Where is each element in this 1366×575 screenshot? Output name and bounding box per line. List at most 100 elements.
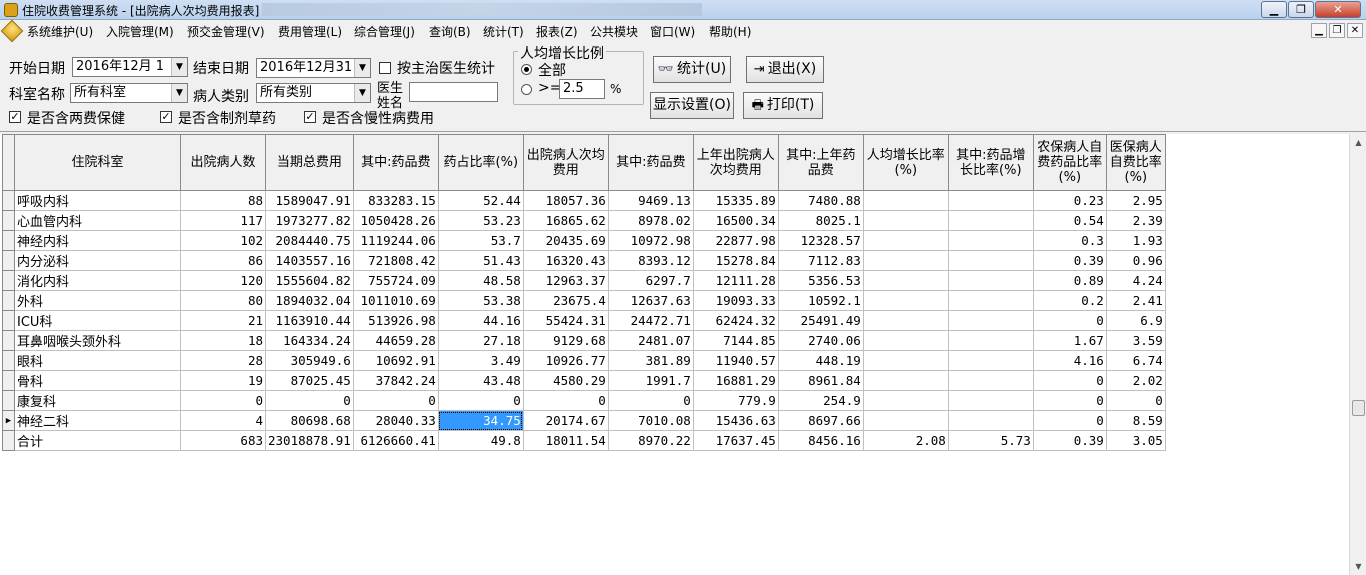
table-cell[interactable] (862, 310, 949, 331)
table-cell[interactable]: 164334.24 (265, 330, 354, 351)
menu-common[interactable]: 公共模块 (590, 23, 638, 40)
table-cell[interactable]: 7010.08 (607, 410, 694, 431)
include-chronic-checkbox[interactable]: ✓ (304, 111, 316, 123)
dropdown-arrow-icon[interactable]: ▼ (354, 59, 370, 77)
table-row[interactable]: 内分泌科 86 1403557.16 721808.42 51.43 16320.43 83… (2, 250, 1166, 271)
restore-button[interactable]: ❐ (1288, 1, 1314, 18)
table-cell[interactable]: 2.41 (1105, 290, 1166, 311)
column-header[interactable]: 出院病人数 (180, 134, 266, 191)
menu-admission[interactable]: 入院管理(M) (106, 23, 174, 40)
menu-deposit[interactable]: 预交金管理(V) (187, 23, 265, 40)
dropdown-arrow-icon[interactable]: ▼ (171, 58, 187, 76)
table-cell[interactable]: 254.9 (777, 390, 864, 411)
table-cell[interactable] (862, 390, 949, 411)
table-cell[interactable]: 52.44 (437, 190, 524, 211)
table-cell[interactable]: 1403557.16 (265, 250, 354, 271)
table-cell[interactable]: 6.74 (1105, 350, 1166, 371)
table-row[interactable]: 消化内科 120 1555604.82 755724.09 48.58 12963.37 6… (2, 270, 1166, 291)
row-indicator[interactable] (2, 330, 15, 351)
column-header[interactable]: 药占比率(%) (437, 134, 524, 191)
table-cell[interactable]: 23018878.91 (265, 430, 354, 451)
table-cell[interactable] (947, 290, 1034, 311)
table-cell[interactable]: 4580.29 (522, 370, 609, 391)
table-cell[interactable]: 0 (607, 390, 694, 411)
row-indicator[interactable] (2, 270, 15, 291)
table-cell[interactable]: 10692.91 (352, 350, 439, 371)
table-cell[interactable]: 4.16 (1032, 350, 1107, 371)
table-cell[interactable]: 12963.37 (522, 270, 609, 291)
table-cell[interactable]: 18057.36 (522, 190, 609, 211)
table-cell[interactable]: 4 (180, 410, 266, 431)
table-cell[interactable] (947, 190, 1034, 211)
table-cell[interactable]: 34.75 (437, 410, 524, 431)
table-cell[interactable]: 7480.88 (777, 190, 864, 211)
table-cell[interactable]: 2.08 (862, 430, 949, 451)
table-cell[interactable]: 20174.67 (522, 410, 609, 431)
table-cell[interactable] (947, 210, 1034, 231)
dept-name-cell[interactable]: ICU科 (14, 310, 181, 331)
table-cell[interactable]: 80698.68 (265, 410, 354, 431)
dropdown-arrow-icon[interactable]: ▼ (354, 84, 370, 102)
patient-type-select[interactable]: 所有类别 ▼ (256, 83, 371, 103)
dept-select[interactable]: 所有科室 ▼ (70, 83, 188, 103)
exit-button[interactable]: ⇥ 退出(X) (746, 56, 824, 83)
column-header[interactable]: 当期总费用 (265, 134, 354, 191)
table-cell[interactable]: 12637.63 (607, 290, 694, 311)
column-header[interactable]: 其中:药品费 (352, 134, 439, 191)
table-cell[interactable] (947, 350, 1034, 371)
table-row[interactable]: ▶ 神经二科 4 80698.68 28040.33 34.75 20174.67 7010.… (2, 410, 1166, 431)
dept-name-cell[interactable]: 消化内科 (14, 270, 181, 291)
table-cell[interactable]: 1119244.06 (352, 230, 439, 251)
dept-name-cell[interactable]: 外科 (14, 290, 181, 311)
table-cell[interactable]: 44659.28 (352, 330, 439, 351)
table-cell[interactable]: 0 (522, 390, 609, 411)
table-cell[interactable]: 16865.62 (522, 210, 609, 231)
table-cell[interactable]: 53.7 (437, 230, 524, 251)
menu-help[interactable]: 帮助(H) (709, 23, 751, 40)
dept-name-cell[interactable]: 内分泌科 (14, 250, 181, 271)
table-cell[interactable]: 381.89 (607, 350, 694, 371)
table-row[interactable]: 骨科 19 87025.45 37842.24 43.48 4580.29 1991.7 16… (2, 370, 1166, 391)
table-cell[interactable] (862, 250, 949, 271)
dept-name-cell[interactable]: 眼科 (14, 350, 181, 371)
print-button[interactable]: 🖶 打印(T) (743, 92, 823, 119)
table-cell[interactable]: 48.58 (437, 270, 524, 291)
table-cell[interactable]: 87025.45 (265, 370, 354, 391)
dept-name-cell[interactable]: 合计 (14, 430, 181, 451)
table-cell[interactable]: 0 (437, 390, 524, 411)
table-cell[interactable] (862, 290, 949, 311)
table-cell[interactable]: 9129.68 (522, 330, 609, 351)
table-cell[interactable]: 7144.85 (692, 330, 779, 351)
table-cell[interactable]: 24472.71 (607, 310, 694, 331)
table-cell[interactable]: 8025.1 (777, 210, 864, 231)
table-cell[interactable]: 6297.7 (607, 270, 694, 291)
table-cell[interactable]: 17637.45 (692, 430, 779, 451)
scroll-up-icon[interactable]: ▲ (1350, 134, 1366, 151)
table-cell[interactable]: 0 (1032, 370, 1107, 391)
table-cell[interactable] (862, 350, 949, 371)
table-cell[interactable]: 102 (180, 230, 266, 251)
table-cell[interactable]: 88 (180, 190, 266, 211)
table-cell[interactable]: 5.73 (947, 430, 1034, 451)
table-cell[interactable] (862, 370, 949, 391)
close-button[interactable]: ✕ (1315, 1, 1361, 18)
table-cell[interactable]: 1163910.44 (265, 310, 354, 331)
table-cell[interactable]: 683 (180, 430, 266, 451)
table-cell[interactable]: 1973277.82 (265, 210, 354, 231)
end-date-picker[interactable]: 2016年12月31 ▼ (256, 58, 371, 78)
table-cell[interactable]: 9469.13 (607, 190, 694, 211)
table-cell[interactable]: 10592.1 (777, 290, 864, 311)
table-cell[interactable]: 0.54 (1032, 210, 1107, 231)
dept-name-cell[interactable]: 心血管内科 (14, 210, 181, 231)
menu-report[interactable]: 报表(Z) (536, 23, 578, 40)
table-cell[interactable]: 20435.69 (522, 230, 609, 251)
table-cell[interactable]: 120 (180, 270, 266, 291)
table-cell[interactable] (947, 390, 1034, 411)
menu-statistics[interactable]: 统计(T) (483, 23, 524, 40)
table-cell[interactable]: 513926.98 (352, 310, 439, 331)
table-cell[interactable]: 8393.12 (607, 250, 694, 271)
table-cell[interactable]: 2481.07 (607, 330, 694, 351)
table-cell[interactable]: 15436.63 (692, 410, 779, 431)
table-cell[interactable]: 21 (180, 310, 266, 331)
dept-name-cell[interactable]: 神经二科 (14, 410, 181, 431)
